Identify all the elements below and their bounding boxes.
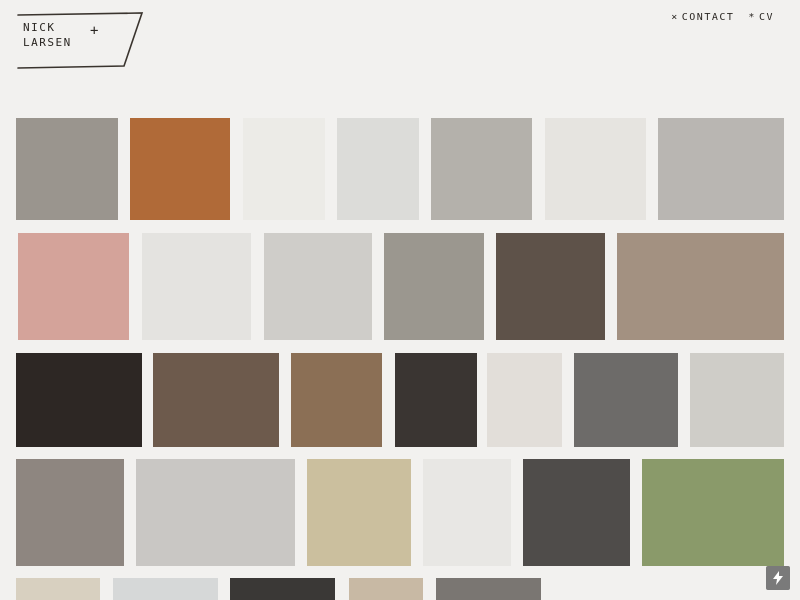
lightning-badge[interactable] [766, 566, 790, 590]
artwork-tile-bottom-4[interactable] [349, 578, 423, 600]
artwork-tile-white-relief-text[interactable] [243, 118, 325, 220]
artwork-tile-mounted-photo[interactable] [545, 118, 646, 220]
artwork-tile-rock-photo[interactable] [337, 118, 419, 220]
artwork-tile-white-sculpture[interactable] [142, 233, 251, 340]
artwork-tile-brown-paper[interactable] [496, 233, 605, 340]
artwork-tile-gallery-white[interactable] [136, 459, 295, 566]
artwork-tile-hand-house[interactable] [487, 353, 562, 447]
contact-star-icon: × [671, 12, 679, 23]
cv-label: CV [758, 12, 774, 23]
artwork-tile-dark-installation[interactable] [16, 353, 142, 447]
artwork-tile-bottom-1[interactable] [16, 578, 100, 600]
contact-label: CONTACT [681, 12, 735, 23]
artwork-tile-striped-collage[interactable] [384, 233, 484, 340]
logo-line2: LARSEN [23, 36, 72, 49]
artwork-tile-dotted-landscape[interactable] [16, 118, 118, 220]
artwork-tile-bottom-3[interactable] [230, 578, 335, 600]
artwork-tile-geometric-face[interactable] [16, 459, 124, 566]
logo-name: NICK LARSEN [23, 20, 72, 50]
artwork-tile-photo-grid[interactable] [264, 233, 372, 340]
artwork-tile-stripe-badge[interactable] [523, 459, 630, 566]
artwork-tile-bottom-5[interactable] [436, 578, 541, 600]
logo-line1: NICK [23, 21, 56, 34]
artwork-tile-bottom-2[interactable] [113, 578, 218, 600]
cv-star-icon: * [748, 12, 756, 23]
lightning-icon [773, 571, 783, 585]
artwork-tile-gold-triangles[interactable] [307, 459, 411, 566]
artwork-tile-white-emboss[interactable] [423, 459, 511, 566]
artwork-tile-pink-text[interactable] [18, 233, 129, 340]
artwork-tile-gallery-hall[interactable] [617, 233, 784, 340]
artwork-tile-bear-costume[interactable] [642, 459, 784, 566]
site-logo[interactable]: NICK LARSEN + [16, 12, 146, 70]
artwork-tile-triangle-wall[interactable] [658, 118, 784, 220]
artwork-tile-dark-collage[interactable] [395, 353, 477, 447]
cv-link[interactable]: * CV [748, 12, 774, 23]
logo-plus-icon: + [90, 23, 99, 39]
artwork-tile-moire-pattern[interactable] [574, 353, 678, 447]
artwork-tile-copper-triangles[interactable] [291, 353, 382, 447]
artwork-tile-pale-map[interactable] [690, 353, 784, 447]
artwork-tile-wood-box[interactable] [130, 118, 230, 220]
artwork-tile-striped-wall[interactable] [153, 353, 279, 447]
top-nav: × CONTACT * CV [671, 12, 774, 23]
contact-link[interactable]: × CONTACT [671, 12, 734, 23]
artwork-tile-circles-landscape[interactable] [431, 118, 532, 220]
